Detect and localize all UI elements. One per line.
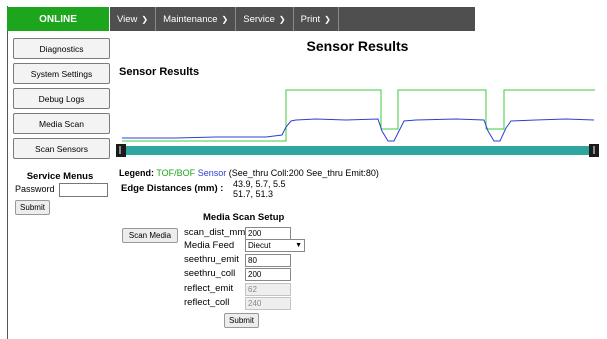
media-feed-select[interactable]: Diecut ▼ [245,239,305,252]
seethru-emit-label: seethru_emit [184,254,239,265]
media-feed-label: Media Feed [184,240,235,251]
seethru-emit-input[interactable]: 80 [245,254,291,267]
sidebar-item-debug-logs[interactable]: Debug Logs [13,88,110,109]
tof-bof-trace [122,89,595,142]
reflect-emit-label: reflect_emit [184,283,234,294]
scan-dist-label: scan_dist_mm [184,227,246,238]
seethru-coll-input[interactable]: 200 [245,268,291,281]
section-title: Sensor Results [119,66,200,78]
reflect-coll-input: 240 [245,297,291,310]
edge-distances-values: 43.9, 5.7, 5.5 51.7, 51.3 [233,179,286,199]
password-field[interactable] [59,183,108,197]
chevron-down-icon: ▼ [295,242,302,249]
legend-note: (See_thru Coll:200 See_thru Emit:80) [228,168,379,178]
seethru-coll-label: seethru_coll [184,268,236,279]
chevron-down-icon: ❯ [141,14,149,24]
media-feed-value: Diecut [248,241,271,250]
sidebar-item-scan-sensors[interactable]: Scan Sensors [13,138,110,159]
legend-tof-bof: TOF/BOF [156,168,196,178]
media-scan-setup-title: Media Scan Setup [203,212,285,223]
top-nav: View ❯ Maintenance ❯ Service ❯ Print ❯ [110,7,475,31]
menu-maintenance-label: Maintenance [163,13,218,25]
reflect-emit-input: 62 [245,283,291,296]
menu-maintenance[interactable]: Maintenance ❯ [156,7,237,31]
sidebar-item-diagnostics[interactable]: Diagnostics [13,38,110,59]
service-submit-button[interactable]: Submit [15,200,50,215]
scale-start-handle[interactable] [116,144,126,157]
menu-view[interactable]: View ❯ [110,7,157,31]
menu-print[interactable]: Print ❯ [294,7,339,31]
menu-service-label: Service [243,13,275,25]
menu-service[interactable]: Service ❯ [236,7,294,31]
chevron-down-icon: ❯ [278,14,286,24]
chevron-down-icon: ❯ [324,14,331,24]
scale-bar [122,146,594,155]
legend-sensor: Sensor [197,168,227,178]
menu-view-label: View [117,13,138,25]
edge-distances-label: Edge Distances (mm) : [121,183,224,194]
sensor-chart [116,89,599,157]
page-title: Sensor Results [306,38,409,54]
reflect-coll-label: reflect_coll [184,297,230,308]
chart-legend: Legend: TOF/BOF Sensor (See_thru Coll:20… [119,168,379,178]
status-badge: ONLINE [7,7,109,31]
nav-filler [338,7,475,31]
edge-values-line: 51.7, 51.3 [233,189,274,199]
setup-submit-button[interactable]: Submit [224,313,259,328]
legend-label: Legend: [119,168,154,178]
scan-media-button[interactable]: Scan Media [122,228,178,243]
chevron-down-icon: ❯ [221,14,229,24]
sidebar-item-media-scan[interactable]: Media Scan [13,113,110,134]
sidebar-item-system-settings[interactable]: System Settings [13,63,110,84]
service-menus-title: Service Menus [26,171,94,182]
password-label: Password [15,184,55,194]
sensor-trace [122,118,595,142]
menu-print-label: Print [300,13,321,25]
edge-values-line: 43.9, 5.7, 5.5 [233,179,286,189]
